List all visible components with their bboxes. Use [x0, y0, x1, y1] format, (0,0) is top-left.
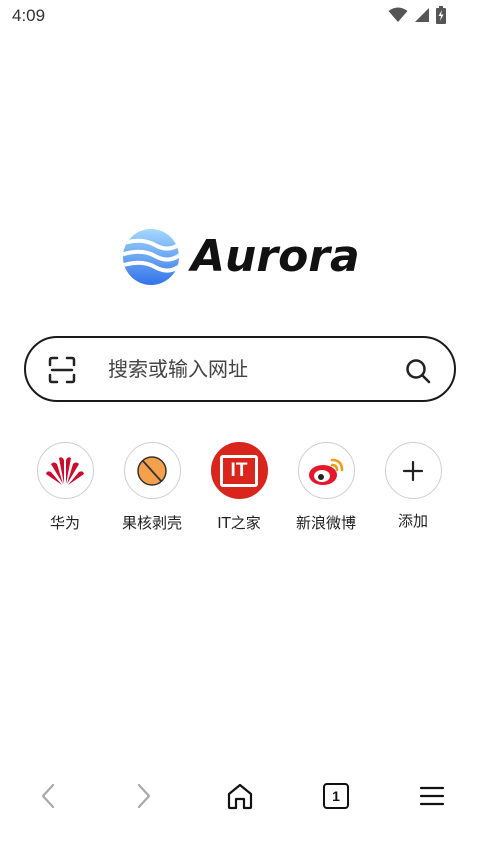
shortcut-label: 新浪微博 [295, 514, 356, 532]
aurora-logo-icon [123, 229, 179, 285]
ithome-badge-text: IT [230, 460, 248, 481]
bottom-nav: 1 [0, 770, 480, 820]
home-icon [227, 783, 253, 810]
chevron-right-icon [137, 783, 151, 809]
shortcut-add-circle[interactable] [384, 442, 442, 499]
tabs-count-box: 1 [323, 783, 349, 809]
shortcut-guohe[interactable]: 果核剥壳 [107, 440, 197, 533]
status-icons [388, 6, 446, 24]
wifi-icon [388, 7, 408, 22]
huawei-logo-icon [46, 456, 84, 485]
home-button[interactable] [222, 778, 258, 814]
shortcut-label: 华为 [49, 514, 80, 532]
tabs-button[interactable]: 1 [318, 778, 354, 814]
shortcut-weibo[interactable]: 新浪微博 [281, 440, 371, 533]
search-input[interactable] [108, 348, 388, 390]
aurora-logo: Aurora [121, 226, 361, 288]
shortcut-ithome[interactable]: IT IT之家 [194, 440, 284, 533]
shortcut-label: 果核剥壳 [121, 514, 182, 532]
plus-icon [402, 460, 424, 481]
scan-icon[interactable] [48, 356, 76, 384]
battery-charging-icon [436, 6, 446, 24]
status-bar: 4:09 [0, 0, 480, 32]
signal-icon [415, 8, 429, 22]
shortcut-weibo-circle[interactable] [297, 442, 355, 499]
hamburger-menu-icon [419, 786, 445, 806]
menu-button[interactable] [414, 778, 450, 814]
shortcuts-grid: 华为 果核剥壳 IT IT之家 新浪微博 添加 [0, 440, 480, 540]
chevron-left-icon [41, 783, 55, 809]
shortcut-label: 添加 [397, 512, 428, 530]
forward-button[interactable] [126, 778, 162, 814]
shortcut-label: IT之家 [217, 514, 261, 532]
shortcut-ithome-circle[interactable]: IT [210, 442, 268, 499]
shortcut-guohe-circle[interactable] [123, 442, 181, 499]
tabs-count: 1 [332, 788, 340, 804]
search-icon[interactable] [404, 357, 432, 385]
search-box[interactable] [24, 336, 456, 402]
shortcut-add[interactable]: 添加 [368, 440, 458, 531]
shortcut-huawei[interactable]: 华为 [20, 440, 110, 533]
weibo-logo-icon [309, 458, 344, 485]
ithome-logo-icon: IT [220, 454, 258, 487]
logo-text: Aurora [191, 231, 360, 282]
shortcut-huawei-circle[interactable] [36, 442, 94, 499]
guohe-logo-icon [137, 455, 167, 486]
status-time: 4:09 [12, 6, 46, 25]
back-button[interactable] [30, 778, 66, 814]
